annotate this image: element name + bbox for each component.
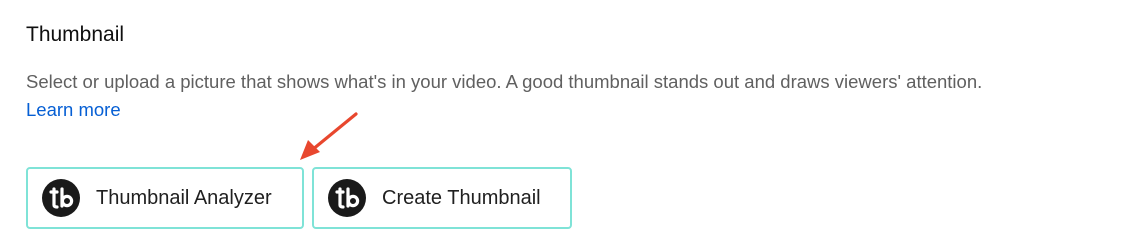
thumbnail-section: Thumbnail Select or upload a picture tha… [26,0,1136,244]
thumbnail-analyzer-label: Thumbnail Analyzer [96,186,272,209]
section-description: Select or upload a picture that shows wh… [26,68,1126,124]
red-arrow-annotation [300,112,358,160]
thumbnail-analyzer-button[interactable]: Thumbnail Analyzer [26,167,304,229]
create-thumbnail-button[interactable]: Create Thumbnail [312,167,572,229]
tubebuddy-logo-icon [42,179,80,217]
tubebuddy-logo-icon [328,179,366,217]
section-title: Thumbnail [26,23,125,46]
learn-more-link[interactable]: Learn more [26,99,121,120]
tubebuddy-logo-glyph [335,187,360,209]
create-thumbnail-label: Create Thumbnail [382,186,541,209]
tubebuddy-logo-glyph [49,187,74,209]
description-text: Select or upload a picture that shows wh… [26,71,983,92]
